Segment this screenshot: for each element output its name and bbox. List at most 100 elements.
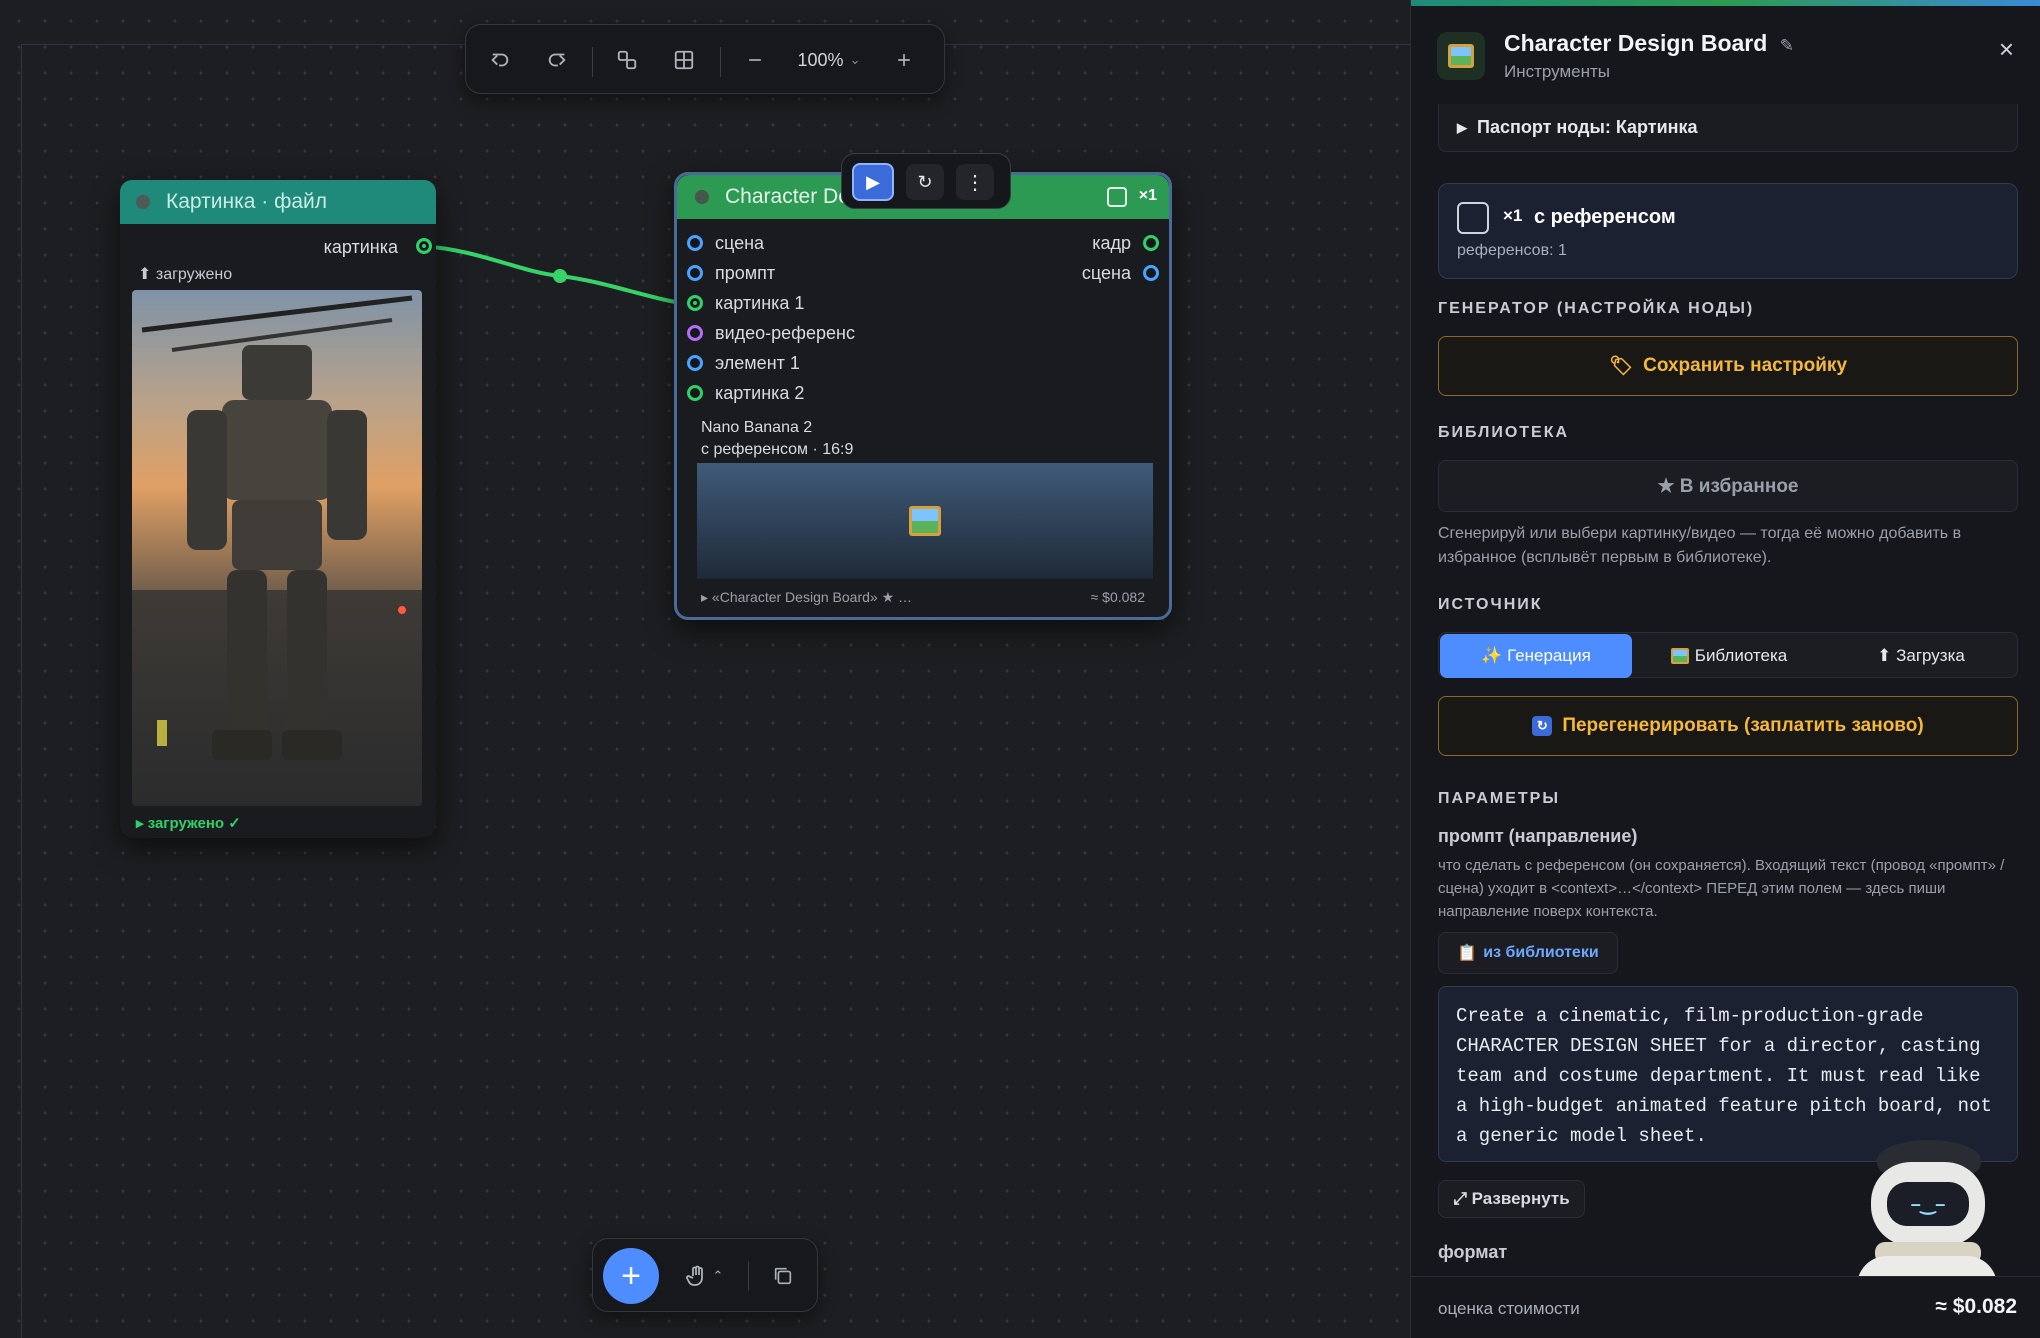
upload-status-bottom: ▸ загружено ✓ [136,814,241,832]
regenerate-button[interactable]: ↻ Перегенерировать (заплатить заново) [1438,696,2018,756]
panel-footer: оценка стоимости ≈ $0.082 [1411,1276,2040,1338]
top-toolbar: 100% ⌄ [465,24,945,94]
image-preview[interactable] [132,290,422,806]
refresh-button[interactable]: ↻ [906,164,944,200]
upload-status-text: загружено [155,266,233,283]
from-library-button[interactable]: 📋 из библиотеки [1438,932,1618,974]
toolbar-divider [720,47,721,77]
save-setting-button[interactable]: 🏷 Сохранить настройку [1438,336,2018,396]
ref-label: с референсом [1534,206,1676,228]
footer-caption: ▸ «Character Design Board» ★ … [701,589,913,605]
node-footer: ▸ «Character Design Board» ★ … ≈ $0.082 [701,589,1145,606]
input-port[interactable] [687,385,703,401]
caret-right-icon: ▶ [1457,119,1467,135]
tab-library[interactable]: Библиотека [1633,634,1825,678]
regenerate-label: Перегенерировать (заплатить заново) [1562,715,1924,736]
plus-icon[interactable] [886,43,922,77]
passport-section[interactable]: ▶ Паспорт ноды: Картинка [1438,104,2018,152]
output-port-label: кадр [1092,233,1131,253]
chevron-down-icon: ⌄ [849,52,861,67]
params-heading: ПАРАМЕТРЫ [1438,790,1560,807]
from-library-label: из библиотеки [1483,944,1599,961]
panel-top-accent [1411,0,2040,6]
grid-icon[interactable] [666,43,702,77]
shapes-icon[interactable] [609,43,645,77]
input-port[interactable] [687,325,703,341]
edit-icon[interactable]: ✎ [1780,36,1794,55]
output-port[interactable] [1143,235,1159,251]
copies-badge: ×1 [1138,187,1157,204]
close-icon[interactable]: × [1999,34,2014,65]
model-name: Nano Banana 2 [701,419,813,436]
chevron-up-icon: ⌃ [712,1268,724,1283]
image-file-node[interactable]: Картинка · файл картинка ⬆ загружено ▸ з… [120,180,436,838]
pages-icon [774,1267,792,1285]
hand-icon [685,1265,703,1286]
upload-status-ok: загружено ✓ [147,815,241,832]
format-label: формат [1438,1242,1508,1262]
save-setting-label: Сохранить настройку [1643,355,1848,376]
output-port-image[interactable] [416,238,432,254]
footer-price: ≈ $0.082 [1090,589,1145,605]
output-port-label: сцена [1081,263,1131,283]
inspector-panel: Character Design Board ✎ Инструменты × ▶… [1410,0,2040,1338]
redo-icon[interactable] [539,43,575,77]
zoom-level[interactable]: 100% ⌄ [789,43,869,77]
status-dot [136,195,150,209]
reference-card: ×1 с референсом референсов: 1 [1438,183,2018,279]
source-tabs: ✨ Генерация Библиотека ⬆ Загрузка [1438,632,2018,678]
tab-library-label: Библиотека [1694,646,1788,665]
mascot-visor: –‿– [1887,1182,1969,1226]
input-port[interactable] [687,265,703,281]
panel-subtitle: Инструменты [1504,62,1611,81]
output-port[interactable] [1143,265,1159,281]
input-port-label: элемент 1 [715,353,800,373]
robot-illustration [132,295,422,806]
prompt-textarea[interactable]: Create a cinematic, film-production-grad… [1438,986,2018,1162]
copies-icon [1107,187,1127,207]
source-heading: ИСТОЧНИК [1438,596,1543,613]
character-design-board-node[interactable]: Character Design Board ×1 ▶ ↻ ⋮ сцена про… [674,153,1172,620]
more-vertical-icon: ⋮ [965,171,985,194]
more-button[interactable]: ⋮ [956,164,994,200]
refresh-icon: ↻ [1532,716,1553,736]
node-canvas[interactable]: 100% ⌄ Картинка · файл картинка ⬆ загруж… [0,0,1410,1338]
add-node-button[interactable]: + [603,1248,659,1304]
expand-button[interactable]: ⤢ Развернуть [1438,1180,1585,1218]
node-header[interactable]: Картинка · файл [120,180,436,224]
tag-icon: 🏷 [1608,356,1634,377]
ref-badge: ×1 [1503,206,1523,225]
model-info: Nano Banana 2 с референсом · 16:9 [701,417,853,461]
toolbar-divider [592,47,593,77]
upload-status-top: ⬆ загружено [138,264,232,284]
status-dot [695,190,709,204]
clipboard-icon: 📋 [1457,945,1478,962]
favorite-button[interactable]: ★ В избранное [1438,460,2018,512]
input-port[interactable] [687,295,703,311]
cost-label: оценка стоимости [1438,1299,1580,1318]
play-icon: ▶ [866,171,880,192]
copies-icon [1457,202,1489,234]
output-preview[interactable] [697,463,1153,579]
prompt-label: промпт (направление) [1438,826,1638,846]
input-port[interactable] [687,235,703,251]
upload-arrow-icon: ⬆ [138,266,152,283]
plus-icon: + [621,1257,641,1295]
input-port-label: сцена [715,233,765,253]
cost-value: ≈ $0.082 [1935,1295,2017,1318]
input-port-label: промпт [715,263,776,283]
run-button[interactable]: ▶ [852,163,894,201]
minus-icon[interactable] [737,43,773,77]
panel-title-text: Character Design Board [1504,30,1768,56]
input-port-label: видео-референс [715,323,855,343]
pages-button[interactable] [763,1259,803,1293]
tab-generation[interactable]: ✨ Генерация [1440,634,1632,678]
input-port[interactable] [687,355,703,371]
picture-icon [1670,648,1689,664]
panel-node-icon [1437,32,1485,80]
hand-tool-button[interactable]: ⌃ [675,1259,733,1293]
tab-upload[interactable]: ⬆ Загрузка [1825,634,2017,678]
undo-icon[interactable] [482,43,518,77]
zoom-value: 100% [797,49,844,70]
library-hint: Сгенерируй или выбери картинку/видео — т… [1438,525,1962,566]
